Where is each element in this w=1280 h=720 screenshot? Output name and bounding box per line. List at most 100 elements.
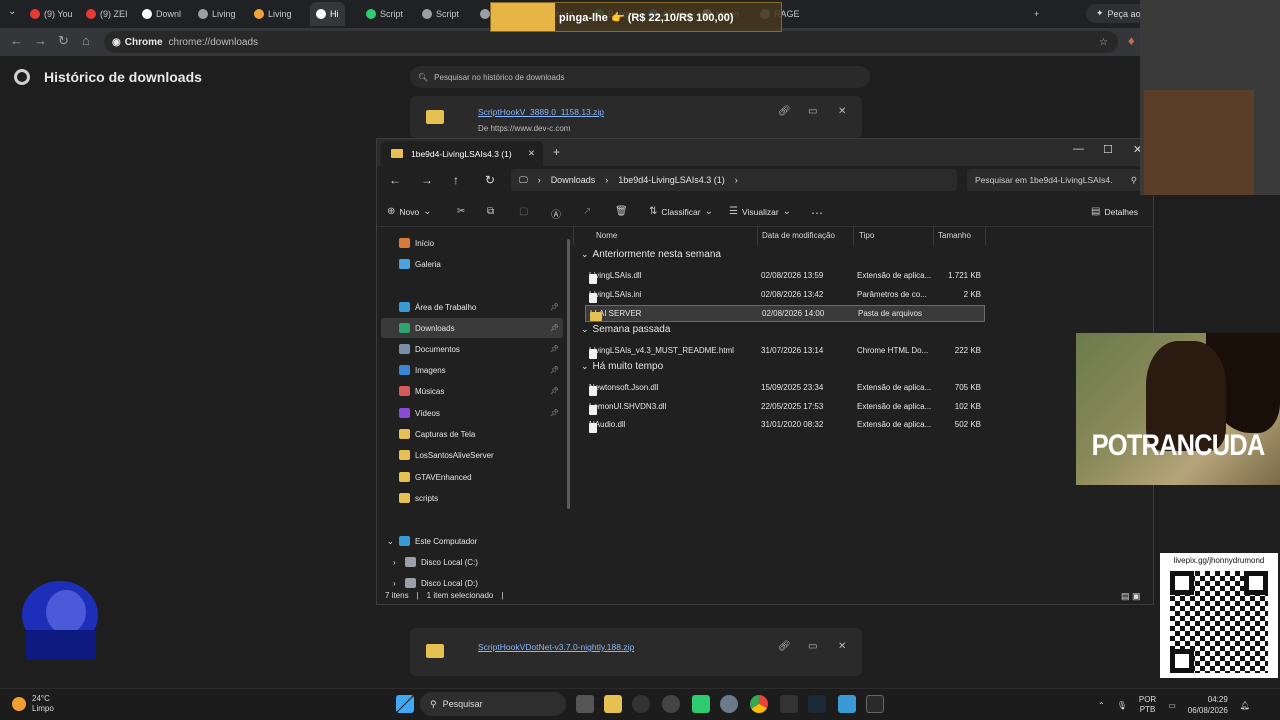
more-options-icon[interactable]: ⋯: [811, 206, 823, 220]
nav-item[interactable]: Downloads 📌︎: [381, 318, 563, 338]
microphone-icon[interactable]: 🎙︎: [1117, 701, 1127, 710]
sort-button[interactable]: ⇅ Classificar ⌄: [649, 206, 713, 217]
settings-icon[interactable]: [720, 695, 738, 713]
language-indicator[interactable]: POR PTB: [1139, 695, 1156, 715]
breadcrumb-item[interactable]: Downloads: [551, 175, 596, 185]
network-icon[interactable]: ▭: [1168, 701, 1176, 710]
bookmark-star-icon[interactable]: ☆: [1099, 37, 1108, 48]
file-row[interactable]: LemonUI.SHVDN3.dll 22/05/2025 17:53 Extens…: [585, 399, 985, 416]
new-button[interactable]: ⊕ Novo ⌄: [387, 206, 432, 217]
clock[interactable]: 04:29 06/08/2026: [1188, 694, 1228, 716]
remove-icon[interactable]: ✕: [838, 106, 846, 117]
explorer-tab[interactable]: 1be9d4-LivingLSAIs4.3 (1) ✕: [381, 141, 543, 166]
nav-item[interactable]: › Disco Local (C:): [381, 552, 563, 572]
back-icon[interactable]: ←: [389, 173, 401, 187]
nav-item[interactable]: Vídeos 📌︎: [381, 403, 563, 423]
file-row[interactable]: Newtonsoft.Json.dll 15/09/2025 23:34 Exten…: [585, 380, 985, 397]
show-in-folder-icon[interactable]: ▭: [808, 106, 817, 117]
browser-tab[interactable]: (9) ZEI: [86, 4, 128, 24]
nav-item[interactable]: ⌄ Este Computador: [381, 531, 563, 551]
notepad-icon[interactable]: [838, 695, 856, 713]
share-icon[interactable]: ↗: [583, 206, 591, 217]
extension-icon[interactable]: ♦: [1128, 33, 1135, 48]
explorer-search-input[interactable]: Pesquisar em 1be9d4-LivingLSAIs4. ⚲: [967, 169, 1145, 191]
file-row[interactable]: NAudio.dll 31/01/2020 08:32 Extensão de ap…: [585, 417, 985, 434]
breadcrumb[interactable]: 🖵 › Downloads › 1be9d4-LivingLSAIs4.3 (1…: [511, 169, 957, 191]
nav-item[interactable]: Imagens 📌︎: [381, 360, 563, 380]
taskbar-search[interactable]: ⚲ Pesquisar: [420, 692, 566, 716]
nav-item[interactable]: GTAVEnhanced: [381, 467, 563, 487]
close-tab-icon[interactable]: ✕: [528, 148, 535, 159]
copy-link-icon[interactable]: 🔗︎: [778, 106, 791, 117]
new-tab-icon[interactable]: +: [553, 145, 560, 159]
nav-item[interactable]: Capturas de Tela: [381, 424, 563, 444]
reload-icon[interactable]: ↻: [58, 33, 69, 49]
delete-icon[interactable]: 🗑︎: [615, 206, 628, 217]
group-header[interactable]: ⌄ Há muito tempo: [581, 361, 663, 372]
group-header[interactable]: ⌄ Semana passada: [581, 324, 670, 335]
nav-item[interactable]: Músicas 📌︎: [381, 381, 563, 401]
refresh-icon[interactable]: ↻: [485, 173, 495, 187]
browser-tab[interactable]: Hi: [310, 2, 345, 26]
expand-chevron-icon[interactable]: ›: [393, 558, 396, 567]
cut-icon[interactable]: ✂: [457, 206, 465, 217]
group-header[interactable]: ⌄ Anteriormente nesta semana: [581, 249, 721, 260]
nav-item[interactable]: Área de Trabalho 📌︎: [381, 297, 563, 317]
file-row[interactable]: LLAI SERVER 02/08/2026 14:00 Pasta de arqu…: [585, 305, 985, 322]
nav-item[interactable]: Início: [381, 233, 563, 253]
details-button[interactable]: ▤ Detalhes: [1091, 206, 1138, 217]
file-explorer-icon[interactable]: [604, 695, 622, 713]
address-bar[interactable]: ◉ Chrome chrome://downloads ☆: [104, 31, 1118, 53]
nav-item[interactable]: LosSantosAliveServer: [381, 445, 563, 465]
steam-icon[interactable]: [808, 695, 826, 713]
task-view-icon[interactable]: [576, 695, 594, 713]
tray-chevron-icon[interactable]: ⌃: [1098, 701, 1105, 710]
breadcrumb-item[interactable]: 1be9d4-LivingLSAIs4.3 (1): [618, 175, 725, 185]
rename-icon[interactable]: Ⓐ: [551, 206, 561, 221]
browser-tab[interactable]: Script: [422, 4, 459, 24]
download-file-link[interactable]: ScriptHookV_3889.0_1158.13.zip: [478, 107, 604, 117]
minimize-icon[interactable]: —: [1073, 143, 1084, 155]
nav-item[interactable]: scripts: [381, 488, 563, 508]
browser-tab[interactable]: Downl: [142, 4, 181, 24]
expand-chevron-icon[interactable]: ›: [393, 579, 396, 588]
maximize-icon[interactable]: ☐: [1103, 143, 1113, 156]
nav-scrollbar[interactable]: [567, 239, 570, 509]
nav-item[interactable]: › Disco Local (D:): [381, 573, 563, 593]
file-row[interactable]: LivingLSAIs_v4.3_MUST_README.html 31/07/2…: [585, 343, 985, 360]
file-row[interactable]: LivingLSAIs.ini 02/08/2026 13:42 Parâmetro…: [585, 287, 985, 304]
details-view-icon[interactable]: ▤: [1121, 591, 1130, 601]
notification-icon[interactable]: 🔔︎: [1240, 701, 1250, 710]
gamepad-icon[interactable]: [780, 695, 798, 713]
up-icon[interactable]: ↑: [453, 173, 459, 187]
file-row[interactable]: LivingLSAIs.dll 02/08/2026 13:59 Extensão …: [585, 268, 985, 285]
play-icon[interactable]: [692, 695, 710, 713]
start-button-icon[interactable]: [396, 695, 414, 713]
download-file-link[interactable]: ScriptHookVDotNet-v3.7.0-nightly.188.zip: [478, 642, 634, 652]
nav-item[interactable]: Documentos 📌︎: [381, 339, 563, 359]
forward-icon[interactable]: →: [421, 173, 433, 187]
browser-tab[interactable]: (9) You: [30, 4, 73, 24]
weather-widget[interactable]: 24°C Limpo: [12, 694, 54, 714]
github-icon[interactable]: [662, 695, 680, 713]
expand-chevron-icon[interactable]: ⌄: [387, 537, 394, 546]
home-icon[interactable]: ⌂: [82, 33, 90, 48]
tab-search-icon[interactable]: ⌄: [8, 6, 16, 17]
copy-link-icon[interactable]: 🔗︎: [778, 641, 791, 652]
browser-tab[interactable]: Script: [366, 4, 403, 24]
paste-icon[interactable]: ▢: [519, 206, 528, 217]
chrome-icon[interactable]: [750, 695, 768, 713]
browser-tab[interactable]: Living: [198, 4, 236, 24]
view-button[interactable]: ☰ Visualizar ⌄: [729, 206, 791, 217]
back-icon[interactable]: ←: [10, 33, 23, 48]
downloads-search-input[interactable]: 🔍︎ Pesquisar no histórico de downloads: [410, 66, 870, 88]
forward-icon[interactable]: →: [34, 33, 47, 48]
remove-icon[interactable]: ✕: [838, 641, 846, 652]
epic-games-icon[interactable]: [866, 695, 884, 713]
new-tab-icon[interactable]: +: [1034, 4, 1039, 24]
browser-tab[interactable]: Living: [254, 4, 292, 24]
app-icon[interactable]: [632, 695, 650, 713]
nav-item[interactable]: Galeria: [381, 254, 563, 274]
copy-icon[interactable]: ⧉: [487, 206, 494, 217]
show-in-folder-icon[interactable]: ▭: [808, 641, 817, 652]
